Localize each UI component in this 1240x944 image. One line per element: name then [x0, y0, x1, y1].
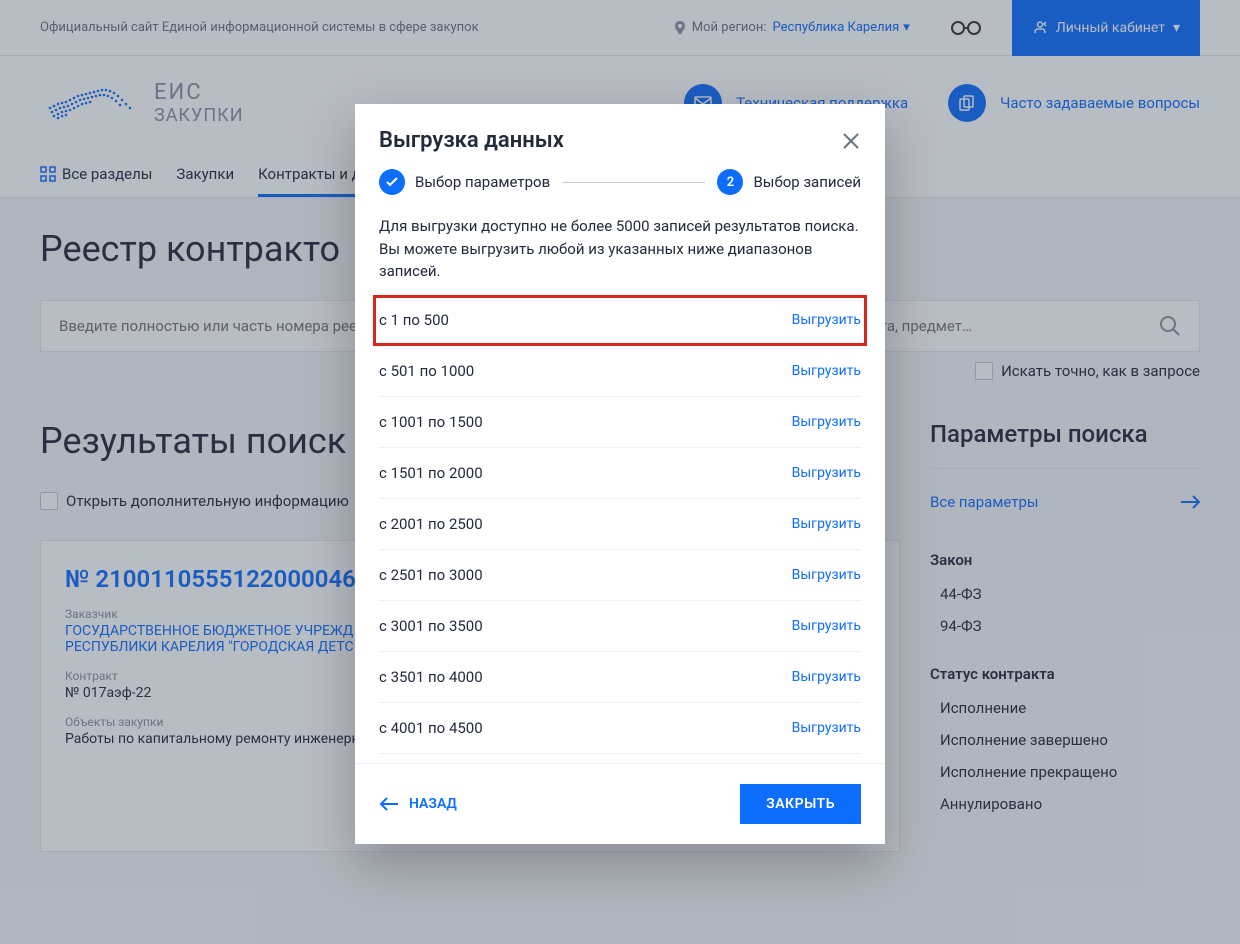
- export-range-button[interactable]: Выгрузить: [792, 720, 861, 736]
- range-row: с 2001 по 2500 Выгрузить: [379, 499, 861, 550]
- range-label: с 2001 по 2500: [379, 515, 483, 533]
- range-row: с 501 по 1000 Выгрузить: [379, 346, 861, 397]
- range-row: с 1501 по 2000 Выгрузить: [379, 448, 861, 499]
- close-button[interactable]: ЗАКРЫТЬ: [740, 784, 861, 824]
- range-row: с 3001 по 3500 Выгрузить: [379, 601, 861, 652]
- step-2: 2 Выбор записей: [717, 169, 861, 195]
- range-row: с 2501 по 3000 Выгрузить: [379, 550, 861, 601]
- export-range-button[interactable]: Выгрузить: [792, 465, 861, 481]
- export-range-button[interactable]: Выгрузить: [792, 363, 861, 379]
- stepper: Выбор параметров 2 Выбор записей: [355, 169, 885, 215]
- range-label: с 1501 по 2000: [379, 464, 483, 482]
- export-range-button[interactable]: Выгрузить: [792, 516, 861, 532]
- range-label: с 3001 по 3500: [379, 617, 483, 635]
- range-row: с 1 по 500 Выгрузить: [373, 295, 867, 346]
- range-label: с 1001 по 1500: [379, 413, 483, 431]
- export-range-button[interactable]: Выгрузить: [792, 618, 861, 634]
- range-row: с 4001 по 4500 Выгрузить: [379, 703, 861, 754]
- export-modal: Выгрузка данных Выбор параметров 2 Выбор…: [355, 104, 885, 844]
- range-label: с 4001 по 4500: [379, 719, 483, 737]
- export-range-button[interactable]: Выгрузить: [792, 312, 861, 328]
- export-range-button[interactable]: Выгрузить: [792, 567, 861, 583]
- close-icon[interactable]: [841, 131, 861, 151]
- back-button[interactable]: НАЗАД: [379, 796, 457, 812]
- step-2-number: 2: [717, 169, 743, 195]
- range-label: с 1 по 500: [379, 311, 449, 329]
- range-label: с 2501 по 3000: [379, 566, 483, 584]
- range-row: с 3501 по 4000 Выгрузить: [379, 652, 861, 703]
- modal-description: Для выгрузки доступно не более 5000 запи…: [355, 215, 885, 295]
- range-list[interactable]: с 1 по 500 Выгрузить с 501 по 1000 Выгрузит…: [355, 295, 885, 764]
- modal-overlay[interactable]: Выгрузка данных Выбор параметров 2 Выбор…: [0, 0, 1240, 944]
- arrow-left-icon: [379, 797, 399, 811]
- range-row: с 1001 по 1500 Выгрузить: [379, 397, 861, 448]
- step-1: Выбор параметров: [379, 169, 550, 195]
- export-range-button[interactable]: Выгрузить: [792, 414, 861, 430]
- range-label: с 501 по 1000: [379, 362, 474, 380]
- modal-title: Выгрузка данных: [379, 128, 564, 153]
- range-label: с 3501 по 4000: [379, 668, 483, 686]
- check-icon: [379, 169, 405, 195]
- export-range-button[interactable]: Выгрузить: [792, 669, 861, 685]
